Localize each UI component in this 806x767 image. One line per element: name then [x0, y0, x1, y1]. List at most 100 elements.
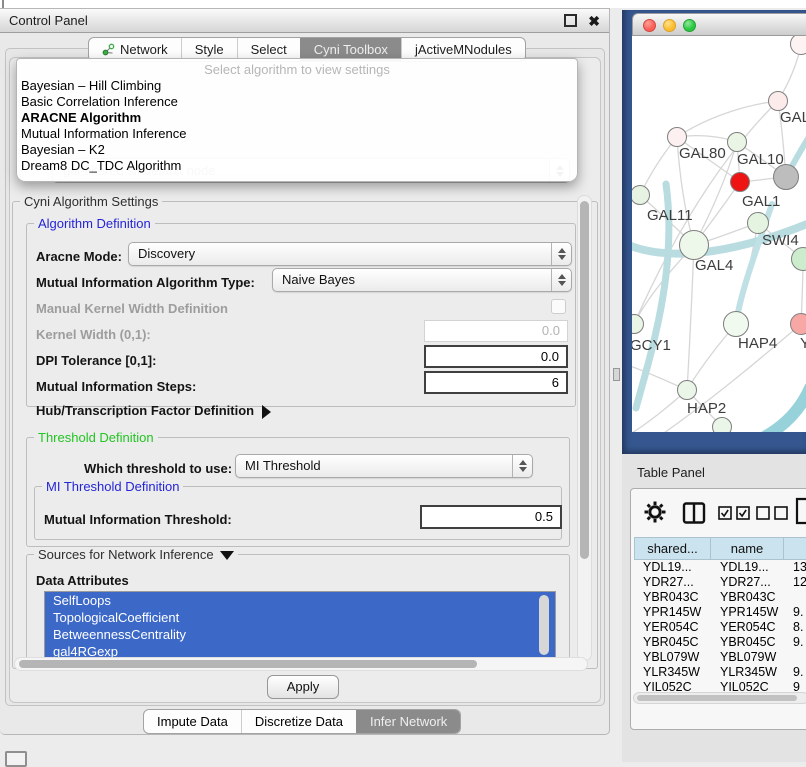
network-node-gal10[interactable] [727, 132, 747, 152]
algorithm-dropdown-list: Bayesian – Hill ClimbingBasic Correlatio… [17, 78, 577, 174]
expand-right-icon [262, 405, 271, 419]
document-icon[interactable] [795, 497, 806, 530]
checked-checkboxes-icon[interactable] [718, 506, 750, 525]
sources-title: Sources for Network Inference [38, 547, 214, 562]
control-panel-titlebar: Control Panel ✖ [0, 9, 609, 33]
table-row[interactable]: YLR345WYLR345W9. [634, 665, 806, 680]
table-cell: YLR345W [634, 665, 711, 680]
settings-horizontal-scrollbar[interactable] [14, 657, 588, 671]
network-node-pink-top[interactable] [768, 91, 788, 111]
table-cell: YER054C [711, 620, 784, 635]
table-cell: 12 [784, 575, 806, 590]
network-node-salmon[interactable] [790, 313, 806, 335]
network-node-label-gal80: GAL80 [679, 145, 726, 162]
table-cell: YDR27... [634, 575, 711, 590]
network-canvas[interactable]: GALGAL80GAL10GAL1GAL11SWI4GAL4GCY1HAP4YH… [632, 36, 806, 432]
table-row[interactable]: YBR045CYBR045C9. [634, 635, 806, 650]
settings-vertical-scrollbar[interactable] [577, 195, 592, 661]
cyni-algorithm-settings-title: Cyni Algorithm Settings [20, 194, 162, 209]
table-cell: YBR045C [634, 635, 711, 650]
algorithm-option-2[interactable]: ARACNE Algorithm [17, 110, 577, 126]
close-icon[interactable]: ✖ [588, 15, 600, 27]
node-table[interactable]: shared...name YDL19...YDL19...13YDR27...… [634, 537, 806, 695]
table-cell: YDR27... [711, 575, 784, 590]
table-horizontal-scrollbar[interactable] [633, 692, 806, 704]
table-row[interactable]: YBR043CYBR043C [634, 590, 806, 605]
top-strip [0, 0, 806, 8]
network-node-hap4[interactable] [723, 311, 749, 337]
kernel-width-field[interactable]: 0.0 [424, 320, 568, 342]
kernel-width-label: Kernel Width (0,1): [36, 327, 151, 342]
table-cell [784, 590, 806, 605]
tab-discretize-data[interactable]: Discretize Data [241, 710, 356, 733]
table-panel-title: Table Panel [637, 465, 705, 480]
tab-impute-data[interactable]: Impute Data [144, 710, 241, 733]
table-row[interactable]: YDL19...YDL19...13 [634, 560, 806, 575]
table-cell: YBL079W [634, 650, 711, 665]
table-row[interactable]: YDR27...YDR27...12 [634, 575, 806, 590]
network-icon [102, 43, 115, 56]
data-attribute-item-1[interactable]: TopologicalCoefficient [45, 609, 555, 626]
minimized-panel-icon[interactable] [5, 751, 27, 767]
data-attributes-label: Data Attributes [36, 573, 129, 588]
table-panel-box: shared...name YDL19...YDL19...13YDR27...… [630, 488, 806, 730]
table-cell: 9. [784, 665, 806, 680]
network-node-bottom-green[interactable] [712, 417, 732, 432]
table-column-header-2[interactable] [784, 537, 806, 560]
gear-icon[interactable] [643, 500, 667, 529]
unchecked-checkboxes-icon[interactable] [756, 506, 788, 525]
network-node-gal80[interactable] [667, 127, 687, 147]
which-threshold-combo[interactable]: MI Threshold [235, 454, 533, 478]
table-column-header-0[interactable]: shared... [634, 537, 711, 560]
dpi-tolerance-field[interactable]: 0.0 [424, 345, 568, 368]
network-view-frame: GALGAL80GAL10GAL1GAL11SWI4GAL4GCY1HAP4YH… [622, 10, 806, 454]
table-panel-section: Table Panel [622, 454, 806, 762]
mi-type-value: Naive Bayes [282, 272, 355, 287]
attr-list-scrollbar[interactable] [539, 595, 549, 655]
table-row[interactable]: YPR145WYPR145W9. [634, 605, 806, 620]
data-attribute-item-2[interactable]: BetweennessCentrality [45, 626, 555, 643]
mac-close-icon[interactable] [643, 19, 656, 32]
network-node-gal4[interactable] [679, 230, 709, 260]
network-node-gal1-red[interactable] [730, 172, 750, 192]
network-node-swi4[interactable] [747, 212, 769, 234]
table-cell: YBR043C [634, 590, 711, 605]
data-attributes-list[interactable]: SelfLoopsTopologicalCoefficientBetweenne… [44, 591, 556, 661]
split-pane-grip[interactable] [613, 368, 620, 381]
network-node-label-gal: GAL [780, 109, 806, 126]
control-panel-title: Control Panel [9, 13, 88, 28]
table-cell: 9. [784, 635, 806, 650]
mac-minimize-icon[interactable] [663, 19, 676, 32]
data-attribute-item-0[interactable]: SelfLoops [45, 592, 555, 609]
algorithm-option-3[interactable]: Mutual Information Inference [17, 126, 577, 142]
hub-definition-toggle[interactable]: Hub/Transcription Factor Definition [36, 403, 271, 419]
combo-stepper-icon [551, 269, 571, 291]
manual-kernel-checkbox[interactable] [551, 299, 566, 314]
table-row[interactable]: YER054CYER054C8. [634, 620, 806, 635]
manual-kernel-label: Manual Kernel Width Definition [36, 301, 228, 316]
algorithm-option-5[interactable]: Dream8 DC_TDC Algorithm [17, 158, 577, 174]
column-view-icon[interactable] [681, 500, 707, 531]
network-node-label-gal11: GAL11 [647, 207, 693, 224]
mac-zoom-icon[interactable] [683, 19, 696, 32]
float-window-icon[interactable] [564, 14, 577, 27]
mi-steps-field[interactable]: 6 [424, 371, 568, 394]
algorithm-option-4[interactable]: Bayesian – K2 [17, 142, 577, 158]
table-column-header-1[interactable]: name [711, 537, 784, 560]
mi-threshold-field[interactable]: 0.5 [420, 505, 562, 529]
mi-threshold-label: Mutual Information Threshold: [44, 512, 232, 527]
apply-button[interactable]: Apply [267, 675, 339, 699]
algorithm-definition-title: Algorithm Definition [34, 216, 155, 231]
network-node-hap2[interactable] [677, 380, 697, 400]
algorithm-option-0[interactable]: Bayesian – Hill Climbing [17, 78, 577, 94]
sources-toggle[interactable]: Sources for Network Inference [34, 547, 238, 562]
tab-style-label: Style [195, 42, 224, 57]
network-node-label-gal1: GAL1 [742, 193, 780, 210]
attr-items: SelfLoopsTopologicalCoefficientBetweenne… [45, 592, 555, 660]
algorithm-option-1[interactable]: Basic Correlation Inference [17, 94, 577, 110]
tab-infer-network[interactable]: Infer Network [356, 710, 460, 733]
table-cell: YBR043C [711, 590, 784, 605]
table-row[interactable]: YBL079WYBL079W [634, 650, 806, 665]
mi-type-combo[interactable]: Naive Bayes [272, 268, 572, 292]
aracne-mode-combo[interactable]: Discovery [128, 242, 572, 266]
